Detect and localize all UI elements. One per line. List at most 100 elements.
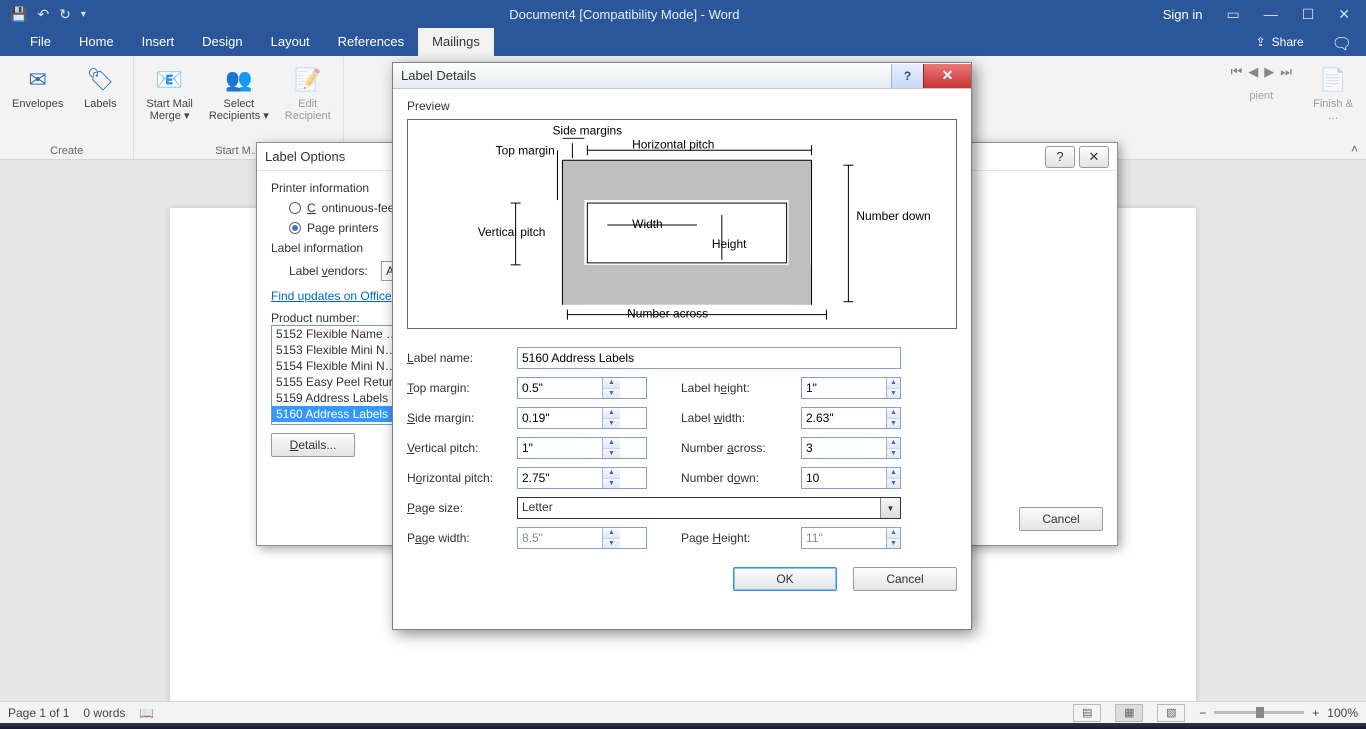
start-mail-merge-button[interactable]: 📧 Start Mail Merge ▾ bbox=[140, 60, 198, 143]
ribbon-display-options-icon[interactable]: ▭ bbox=[1226, 6, 1239, 23]
label-options-cancel-button[interactable]: Cancel bbox=[1019, 507, 1103, 531]
list-item[interactable]: 5152 Flexible Name … bbox=[272, 326, 398, 342]
tab-design[interactable]: Design bbox=[188, 28, 256, 56]
page-size-label: Page size: bbox=[407, 501, 517, 515]
chevron-down-icon[interactable]: ▼ bbox=[880, 498, 900, 518]
last-record-icon[interactable]: ⏭ bbox=[1280, 64, 1292, 80]
zoom-control[interactable]: − + 100% bbox=[1199, 706, 1358, 720]
first-record-icon[interactable]: ⏮ bbox=[1231, 64, 1243, 80]
finish-merge-button[interactable]: 📄 Finish & … bbox=[1306, 60, 1360, 126]
spin-down-icon[interactable]: ▼ bbox=[887, 419, 900, 429]
ok-button[interactable]: OK bbox=[733, 567, 837, 591]
labels-button[interactable]: 🏷 Labels bbox=[73, 60, 127, 143]
side-margin-label: Side margin: bbox=[407, 411, 517, 425]
vertical-pitch-spinner[interactable]: ▲▼ bbox=[517, 437, 647, 459]
label-width-spinner[interactable]: ▲▼ bbox=[801, 407, 901, 429]
tab-file[interactable]: File bbox=[16, 28, 65, 56]
list-item[interactable]: 5160 Address Labels bbox=[272, 406, 398, 422]
zoom-out-icon[interactable]: − bbox=[1199, 706, 1206, 720]
spin-down-icon[interactable]: ▼ bbox=[603, 449, 620, 459]
zoom-in-icon[interactable]: + bbox=[1312, 706, 1319, 720]
list-item[interactable]: 5154 Flexible Mini N… bbox=[272, 358, 398, 374]
spin-up-icon[interactable]: ▲ bbox=[887, 438, 900, 449]
tab-layout[interactable]: Layout bbox=[257, 28, 324, 56]
ribbon-group-create: ✉ Envelopes 🏷 Labels Create bbox=[0, 56, 134, 159]
redo-icon[interactable]: ↻ bbox=[59, 6, 71, 23]
prev-record-icon[interactable]: ◀ bbox=[1248, 64, 1258, 80]
tab-references[interactable]: References bbox=[324, 28, 418, 56]
sign-in-link[interactable]: Sign in bbox=[1163, 7, 1203, 22]
status-bar: Page 1 of 1 0 words 📖 ▤ ▦ ▧ − + 100% bbox=[0, 701, 1366, 723]
label-details-close-icon[interactable]: ✕ bbox=[923, 64, 971, 88]
number-down-label: Number down: bbox=[681, 471, 801, 485]
spin-up-icon[interactable]: ▲ bbox=[603, 378, 620, 389]
spin-up-icon[interactable]: ▲ bbox=[887, 468, 900, 479]
svg-text:Horizontal pitch: Horizontal pitch bbox=[632, 137, 714, 151]
vertical-pitch-label: Vertical pitch: bbox=[407, 441, 517, 455]
envelopes-button[interactable]: ✉ Envelopes bbox=[6, 60, 69, 143]
recipient-placeholder-button: pient bbox=[1229, 84, 1294, 106]
quick-access-toolbar: 💾 ↶ ↻ ▾ bbox=[0, 6, 86, 23]
qat-customize-icon[interactable]: ▾ bbox=[81, 9, 86, 20]
label-options-close-icon[interactable]: ✕ bbox=[1079, 146, 1109, 168]
list-item[interactable]: 5159 Address Labels bbox=[272, 390, 398, 406]
label-options-help-icon[interactable]: ? bbox=[1045, 146, 1075, 168]
spin-down-icon[interactable]: ▼ bbox=[603, 389, 620, 399]
edit-recipient-icon: 📝 bbox=[292, 64, 324, 96]
spin-down-icon: ▼ bbox=[603, 539, 620, 549]
mail-merge-icon: 📧 bbox=[154, 64, 186, 96]
select-recipients-button[interactable]: 👥 Select Recipients ▾ bbox=[203, 60, 275, 143]
print-layout-icon[interactable]: ▦ bbox=[1115, 704, 1143, 722]
page-width-spinner: ▲▼ bbox=[517, 527, 647, 549]
share-button[interactable]: ⇪ Share bbox=[1242, 28, 1318, 56]
spin-up-icon[interactable]: ▲ bbox=[887, 408, 900, 419]
recipients-icon: 👥 bbox=[223, 64, 255, 96]
minimize-icon[interactable]: — bbox=[1264, 6, 1278, 22]
tab-mailings[interactable]: Mailings bbox=[418, 28, 494, 56]
save-icon[interactable]: 💾 bbox=[10, 6, 27, 23]
web-layout-icon[interactable]: ▧ bbox=[1157, 704, 1185, 722]
status-words[interactable]: 0 words bbox=[83, 706, 125, 720]
feedback-icon[interactable]: 🗨 bbox=[1318, 28, 1366, 56]
zoom-value[interactable]: 100% bbox=[1327, 706, 1358, 720]
zoom-slider[interactable] bbox=[1214, 711, 1304, 714]
label-name-input[interactable] bbox=[517, 347, 901, 369]
page-size-dropdown[interactable]: Letter ▼ bbox=[517, 497, 901, 519]
label-details-help-icon[interactable]: ? bbox=[891, 64, 923, 88]
close-icon[interactable]: ✕ bbox=[1338, 6, 1350, 23]
horizontal-pitch-spinner[interactable]: ▲▼ bbox=[517, 467, 647, 489]
list-item[interactable]: 5153 Flexible Mini N… bbox=[272, 342, 398, 358]
spin-up-icon[interactable]: ▲ bbox=[887, 378, 900, 389]
spin-down-icon[interactable]: ▼ bbox=[887, 479, 900, 489]
top-margin-label: Top margin: bbox=[407, 381, 517, 395]
details-button[interactable]: Details... bbox=[271, 433, 355, 457]
spin-down-icon[interactable]: ▼ bbox=[887, 449, 900, 459]
list-item[interactable]: 5155 Easy Peel Retur… bbox=[272, 374, 398, 390]
next-record-icon[interactable]: ▶ bbox=[1264, 64, 1274, 80]
edit-recipient-button[interactable]: 📝 Edit Recipient bbox=[279, 60, 337, 143]
spin-down-icon[interactable]: ▼ bbox=[603, 479, 620, 489]
label-width-label: Label width: bbox=[681, 411, 801, 425]
read-mode-icon[interactable]: ▤ bbox=[1073, 704, 1101, 722]
tab-insert[interactable]: Insert bbox=[128, 28, 189, 56]
side-margin-spinner[interactable]: ▲▼ bbox=[517, 407, 647, 429]
collapse-ribbon-icon[interactable]: ˄ bbox=[1351, 142, 1358, 156]
find-updates-link[interactable]: Find updates on Office bbox=[271, 289, 392, 303]
spin-up-icon[interactable]: ▲ bbox=[603, 438, 620, 449]
undo-icon[interactable]: ↶ bbox=[37, 6, 49, 23]
spin-up-icon[interactable]: ▲ bbox=[603, 468, 620, 479]
product-number-list[interactable]: 5152 Flexible Name … 5153 Flexible Mini … bbox=[271, 325, 399, 425]
spin-down-icon[interactable]: ▼ bbox=[603, 419, 620, 429]
page-height-spinner: ▲▼ bbox=[801, 527, 901, 549]
number-down-spinner[interactable]: ▲▼ bbox=[801, 467, 901, 489]
status-page[interactable]: Page 1 of 1 bbox=[8, 706, 69, 720]
cancel-button[interactable]: Cancel bbox=[853, 567, 957, 591]
label-height-spinner[interactable]: ▲▼ bbox=[801, 377, 901, 399]
spin-down-icon[interactable]: ▼ bbox=[887, 389, 900, 399]
top-margin-spinner[interactable]: ▲▼ bbox=[517, 377, 647, 399]
spellcheck-icon[interactable]: 📖 bbox=[139, 706, 154, 720]
spin-up-icon[interactable]: ▲ bbox=[603, 408, 620, 419]
number-across-spinner[interactable]: ▲▼ bbox=[801, 437, 901, 459]
tab-home[interactable]: Home bbox=[65, 28, 128, 56]
maximize-icon[interactable]: ☐ bbox=[1302, 6, 1315, 23]
